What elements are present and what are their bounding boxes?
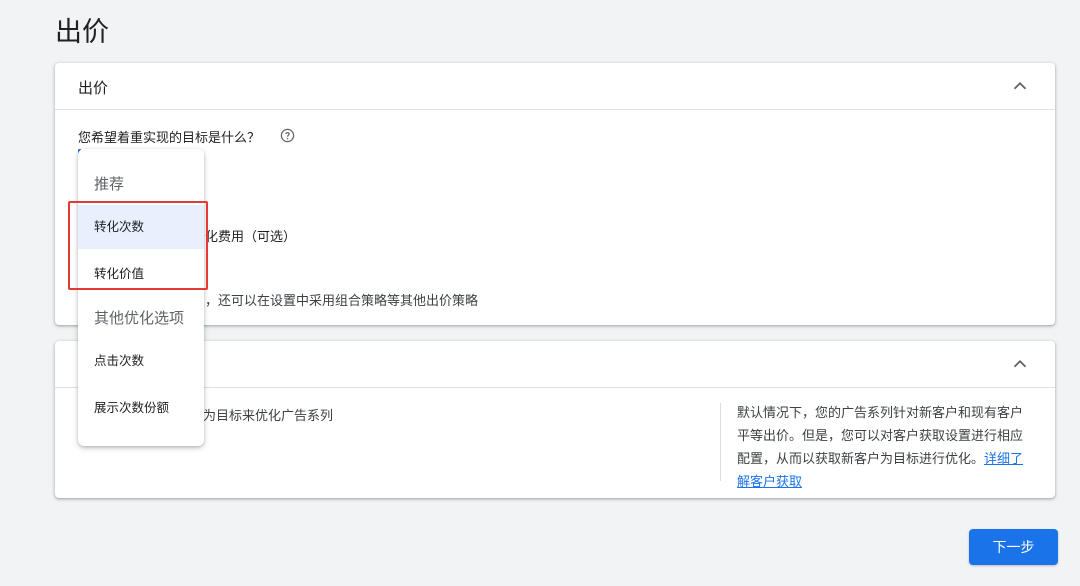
menu-item-impression-share[interactable]: 展示次数份额 <box>78 386 204 430</box>
customer-card-header[interactable] <box>55 341 1055 388</box>
goal-dropdown-menu: 推荐 转化次数 转化价值 其他优化选项 点击次数 展示次数份额 <box>78 149 204 446</box>
chevron-up-icon[interactable] <box>1009 75 1031 97</box>
group-other-header: 其他优化选项 <box>94 309 185 327</box>
customer-optimize-text: 为目标来优化广告系列 <box>203 409 334 424</box>
customer-acquisition-card: 为目标来优化广告系列 默认情况下，您的广告系列针对新客户和现有客户平等出价。但是… <box>55 341 1055 498</box>
vertical-divider <box>720 403 721 481</box>
page-title: 出价 <box>55 17 109 48</box>
group-recommended-header: 推荐 <box>94 175 125 193</box>
chevron-up-icon[interactable] <box>1009 353 1031 375</box>
bidding-card: 出价 您希望着重实现的目标是什么？ 化费用（可选） ，还可以在设置中采用组合策略… <box>55 63 1055 325</box>
info-panel: 默认情况下，您的广告系列针对新客户和现有客户平等出价。但是，您可以对客户获取设置… <box>737 402 1027 494</box>
target-cost-label: 化费用（可选） <box>205 230 297 245</box>
menu-item-conversion-value[interactable]: 转化价值 <box>78 252 204 296</box>
bidding-card-title: 出价 <box>78 79 109 97</box>
menu-item-clicks[interactable]: 点击次数 <box>78 339 204 383</box>
strategy-hint: ，还可以在设置中采用组合策略等其他出价策略 <box>205 294 479 309</box>
menu-item-conversions[interactable]: 转化次数 <box>78 205 204 249</box>
info-text: 默认情况下，您的广告系列针对新客户和现有客户平等出价。但是，您可以对客户获取设置… <box>737 406 1024 467</box>
goal-question-label: 您希望着重实现的目标是什么？ <box>78 131 261 146</box>
bidding-card-header[interactable]: 出价 <box>55 63 1055 110</box>
next-button[interactable]: 下一步 <box>969 529 1058 565</box>
help-circle-icon[interactable] <box>280 128 295 143</box>
